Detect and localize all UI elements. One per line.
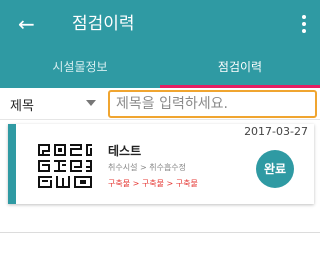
item-date: 2017-03-27 — [244, 125, 308, 138]
list-item[interactable]: 2017-03-27 테스트 취수시설 > 취수흡수정 구축물 > 구축물 > … — [8, 124, 314, 204]
search-field-select[interactable]: 제목 — [10, 95, 34, 114]
tab-bar: 시설물정보 점검이력 — [0, 50, 320, 88]
more-vert-icon[interactable] — [296, 12, 312, 36]
status-badge[interactable]: 완료 — [256, 150, 294, 188]
page-title: 점검이력 — [72, 14, 135, 34]
search-bar: 제목 — [0, 88, 320, 120]
item-title: 테스트 — [108, 144, 142, 158]
item-subtitle: 취수시설 > 취수흡수정 — [108, 163, 187, 172]
tab-inspection-history[interactable]: 점검이력 — [160, 50, 320, 88]
search-input[interactable] — [108, 90, 317, 118]
tab-facility-info[interactable]: 시설물정보 — [0, 50, 160, 88]
list-divider — [0, 232, 320, 233]
item-path: 구축물 > 구축물 > 구축물 — [108, 179, 198, 188]
arrow-left-icon[interactable]: ← — [18, 12, 35, 36]
qr-code-icon — [36, 142, 94, 190]
card-accent-bar — [8, 124, 16, 204]
app-bar: ← 점검이력 — [0, 0, 320, 50]
chevron-down-icon[interactable] — [86, 100, 96, 106]
